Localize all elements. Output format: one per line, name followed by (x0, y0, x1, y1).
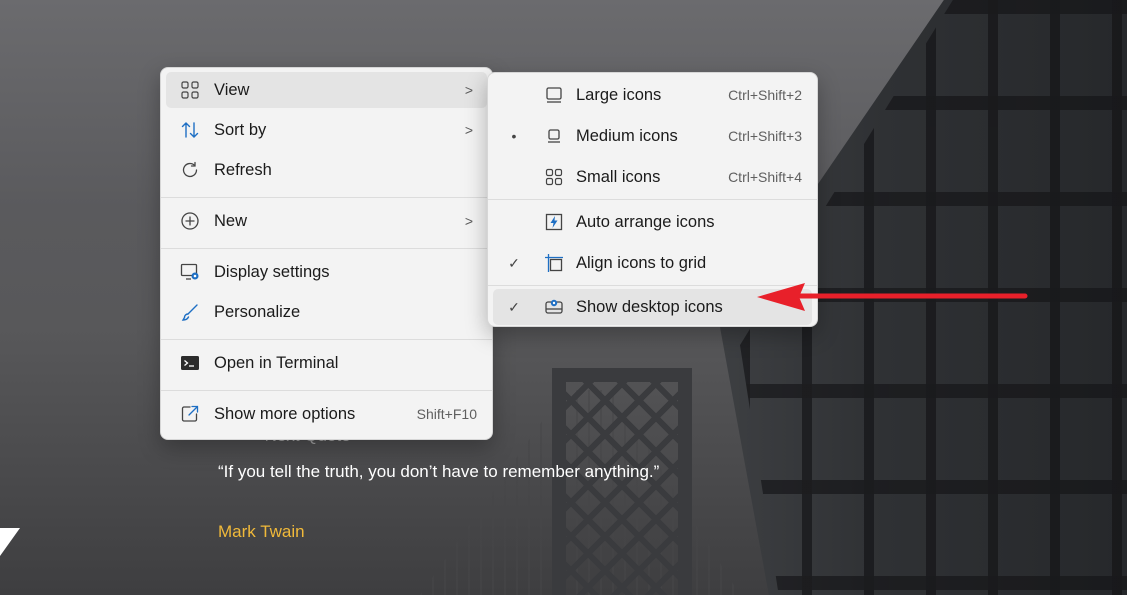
menu-separator (161, 197, 492, 198)
brush-icon (179, 301, 201, 323)
menu-separator (161, 339, 492, 340)
menu-item-personalize[interactable]: Personalize (166, 294, 487, 330)
menu-item-label: Sort by (214, 120, 267, 139)
menu-item-label: Personalize (214, 302, 301, 321)
display-settings-icon (179, 261, 201, 283)
chevron-right-icon: > (464, 122, 473, 138)
chevron-right-icon: > (464, 213, 473, 229)
terminal-icon (179, 352, 201, 374)
share-icon (179, 403, 201, 425)
menu-item-label: Display settings (214, 262, 330, 281)
menu-item-open-terminal[interactable]: Open in Terminal (166, 345, 487, 381)
shortcut-text: Ctrl+Shift+2 (728, 87, 802, 103)
annotation-arrow-icon (757, 283, 1028, 311)
menu-item-label: New (214, 211, 248, 230)
check-icon: ✓ (508, 298, 520, 315)
menu-item-label: View (214, 80, 250, 99)
chevron-right-icon: > (464, 82, 473, 98)
menu-item-label: Refresh (214, 160, 272, 179)
quote-text: “If you tell the truth, you don’t have t… (218, 462, 660, 481)
check-icon: ✓ (508, 254, 520, 271)
submenu-item-large-icons[interactable]: Large icons Ctrl+Shift+2 (493, 77, 812, 113)
small-grid-icon (543, 166, 565, 188)
submenu-item-medium-icons[interactable]: • Medium icons Ctrl+Shift+3 (493, 118, 812, 154)
desktop-icon (543, 296, 565, 318)
plus-circle-icon (179, 210, 201, 232)
submenu-item-label: Large icons (576, 85, 662, 104)
menu-separator (161, 248, 492, 249)
menu-item-show-more-options[interactable]: Show more options Shift+F10 (166, 396, 487, 432)
menu-item-sort-by[interactable]: Sort by > (166, 112, 487, 148)
menu-separator (488, 199, 817, 200)
align-grid-icon (543, 252, 565, 274)
shortcut-text: Shift+F10 (416, 406, 477, 422)
quote-author: Mark Twain (218, 522, 305, 541)
submenu-item-label: Show desktop icons (576, 297, 723, 316)
menu-item-refresh[interactable]: Refresh (166, 152, 487, 188)
desktop-corner-mark (0, 528, 20, 556)
desktop-context-menu: View > Sort by > Refresh New > Display s… (160, 67, 493, 440)
selection-dot: • (511, 128, 517, 144)
submenu-item-auto-arrange[interactable]: Auto arrange icons (493, 204, 812, 240)
menu-item-display-settings[interactable]: Display settings (166, 254, 487, 290)
submenu-item-small-icons[interactable]: Small icons Ctrl+Shift+4 (493, 159, 812, 195)
sort-icon (179, 119, 201, 141)
shortcut-text: Ctrl+Shift+3 (728, 128, 802, 144)
menu-item-view[interactable]: View > (166, 72, 487, 108)
menu-item-label: Show more options (214, 404, 356, 423)
auto-arrange-icon (543, 211, 565, 233)
refresh-icon (179, 159, 201, 181)
submenu-item-align-grid[interactable]: ✓ Align icons to grid (493, 245, 812, 281)
submenu-item-label: Small icons (576, 167, 661, 186)
monitor-small-icon (543, 125, 565, 147)
menu-item-new[interactable]: New > (166, 203, 487, 239)
shortcut-text: Ctrl+Shift+4 (728, 169, 802, 185)
submenu-item-label: Medium icons (576, 126, 678, 145)
submenu-item-label: Auto arrange icons (576, 212, 715, 231)
submenu-item-label: Align icons to grid (576, 253, 707, 272)
menu-item-label: Open in Terminal (214, 353, 339, 372)
monitor-icon (543, 84, 565, 106)
menu-separator (161, 390, 492, 391)
grid-icon (179, 79, 201, 101)
